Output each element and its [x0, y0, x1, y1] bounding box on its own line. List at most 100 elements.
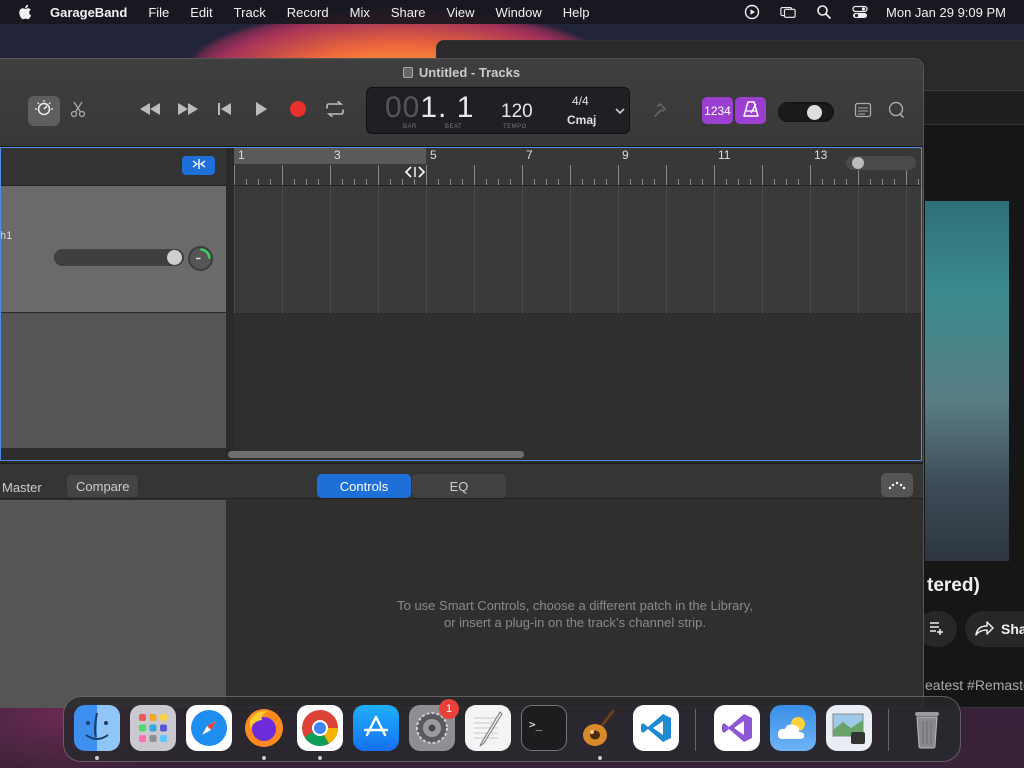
- menu-window[interactable]: Window: [496, 5, 542, 20]
- skip-back-icon: [216, 102, 234, 121]
- ruler-beat-tick: [846, 179, 847, 185]
- safari-icon[interactable]: [186, 705, 232, 751]
- share-button[interactable]: Sha: [965, 611, 1024, 647]
- trash-icon[interactable]: [904, 705, 950, 751]
- track-volume-slider[interactable]: [54, 249, 184, 266]
- zoom-slider[interactable]: [846, 156, 916, 170]
- master-volume-slider[interactable]: [778, 102, 834, 122]
- dock-separator: [888, 709, 889, 751]
- control-center-icon[interactable]: [852, 4, 868, 20]
- track-header-empty-area[interactable]: [0, 313, 226, 449]
- segment-controls[interactable]: Controls: [317, 474, 411, 498]
- spotlight-search-icon[interactable]: [816, 4, 832, 20]
- loop-browser-icon: [886, 101, 906, 124]
- loop-browser-button[interactable]: [884, 101, 908, 123]
- menu-app-name[interactable]: GarageBand: [50, 5, 127, 20]
- document-icon: [402, 67, 413, 78]
- play-circle-icon[interactable]: [744, 4, 760, 20]
- chevron-down-icon[interactable]: [615, 103, 625, 121]
- track-header-button[interactable]: [182, 156, 215, 175]
- timeline-grid-line: [570, 186, 571, 314]
- track-name[interactable]: h1: [0, 230, 12, 242]
- tracks-timeline[interactable]: 1 3 5 7 9 11 13: [234, 148, 923, 458]
- timeline-ruler[interactable]: 1 3 5 7 9 11 13: [234, 148, 923, 186]
- ruler-bar-tick: [714, 165, 715, 185]
- count-in-button[interactable]: 1234: [702, 97, 733, 124]
- chrome-icon[interactable]: [297, 705, 343, 751]
- menu-share[interactable]: Share: [391, 5, 426, 20]
- timeline-grid-line: [810, 186, 811, 314]
- ruler-beat-tick: [450, 179, 451, 185]
- smart-controls-knob-icon: [34, 99, 54, 124]
- go-to-beginning-button[interactable]: [212, 99, 238, 123]
- ruler-beat-tick: [390, 179, 391, 185]
- weather-icon[interactable]: [770, 705, 816, 751]
- app-store-icon[interactable]: [353, 705, 399, 751]
- menu-file[interactable]: File: [148, 5, 169, 20]
- video-title: tered): [927, 575, 980, 596]
- track-volume-knob[interactable]: [167, 250, 182, 265]
- resize-cursor-icon: [404, 165, 426, 183]
- menu-record[interactable]: Record: [287, 5, 329, 20]
- lcd-tempo[interactable]: 120: [501, 101, 533, 123]
- menu-mix[interactable]: Mix: [350, 5, 370, 20]
- menu-bar-clock[interactable]: Mon Jan 29 9:09 PM: [886, 5, 1006, 20]
- cycle-button[interactable]: [321, 99, 349, 123]
- metronome-button[interactable]: [735, 97, 766, 124]
- apple-icon[interactable]: [18, 4, 34, 20]
- garageband-icon[interactable]: [577, 705, 623, 751]
- menu-help[interactable]: Help: [563, 5, 590, 20]
- lcd-time-signature[interactable]: 4/4: [572, 94, 589, 108]
- ruler-bar-tick: [810, 165, 811, 185]
- ruler-beat-tick: [834, 179, 835, 185]
- lcd-display[interactable]: 001. 1 BAR BEAT 120 TEMPO 4/4 Cmaj: [366, 87, 630, 134]
- notepad-button[interactable]: [852, 101, 874, 123]
- timeline-grid-line: [474, 186, 475, 314]
- horizontal-scrollbar[interactable]: [228, 451, 524, 458]
- menu-edit[interactable]: Edit: [190, 5, 212, 20]
- fast-forward-button[interactable]: [174, 99, 202, 123]
- timeline-grid-line: [330, 186, 331, 314]
- tab-master[interactable]: Master: [2, 476, 42, 498]
- preview-icon[interactable]: [826, 705, 872, 751]
- smart-controls-info-button[interactable]: [881, 473, 913, 497]
- launchpad-icon[interactable]: [130, 705, 176, 751]
- segment-eq[interactable]: EQ: [412, 474, 506, 498]
- zoom-slider-knob[interactable]: [852, 157, 864, 169]
- record-button[interactable]: [285, 99, 311, 123]
- track-header[interactable]: h1: [0, 186, 226, 313]
- compare-button[interactable]: Compare: [67, 475, 139, 497]
- timeline-grid-line: [714, 186, 715, 314]
- visual-studio-icon[interactable]: [714, 705, 760, 751]
- track-pan-knob[interactable]: [188, 246, 213, 271]
- ruler-bar-number: 11: [718, 148, 731, 162]
- track-lane[interactable]: [234, 186, 923, 314]
- terminal-icon[interactable]: >_: [521, 705, 567, 751]
- ruler-beat-tick: [870, 179, 871, 185]
- editors-button[interactable]: [66, 99, 90, 123]
- video-thumbnail[interactable]: [925, 201, 1009, 561]
- finder-icon[interactable]: [74, 705, 120, 751]
- ruler-bar-tick: [570, 165, 571, 185]
- rewind-button[interactable]: [136, 99, 164, 123]
- firefox-icon[interactable]: [241, 705, 287, 751]
- master-volume-knob[interactable]: [807, 105, 822, 120]
- rewind-icon: [138, 102, 162, 121]
- ruler-beat-tick: [354, 179, 355, 185]
- cycle-region[interactable]: [234, 148, 426, 164]
- tuner-button[interactable]: [648, 99, 672, 123]
- fast-forward-icon: [176, 102, 200, 121]
- empty-track-area[interactable]: [234, 314, 923, 458]
- textedit-icon[interactable]: [465, 705, 511, 751]
- ruler-beat-tick: [462, 179, 463, 185]
- timeline-grid-line: [282, 186, 283, 314]
- vscode-icon[interactable]: [633, 705, 679, 751]
- ruler-bar-number: 9: [622, 148, 629, 162]
- menu-track[interactable]: Track: [234, 5, 266, 20]
- screen-mirroring-icon[interactable]: [780, 4, 796, 20]
- timeline-grid-line: [906, 186, 907, 314]
- smart-controls-button[interactable]: [28, 96, 60, 126]
- play-button[interactable]: [248, 99, 274, 123]
- lcd-key[interactable]: Cmaj: [567, 113, 596, 127]
- menu-view[interactable]: View: [447, 5, 475, 20]
